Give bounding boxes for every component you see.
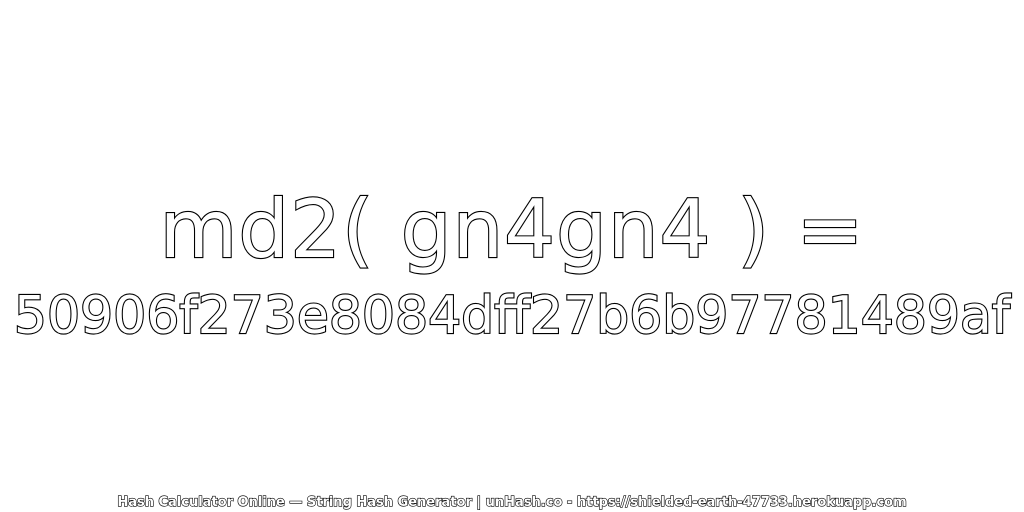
- hash-expression: md2( gn4gn4 ) =: [158, 183, 865, 276]
- hash-result: 50906f273e8084dff27b6b97781489af: [13, 286, 1011, 346]
- footer-caption: Hash Calculator Online — String Hash Gen…: [117, 495, 908, 510]
